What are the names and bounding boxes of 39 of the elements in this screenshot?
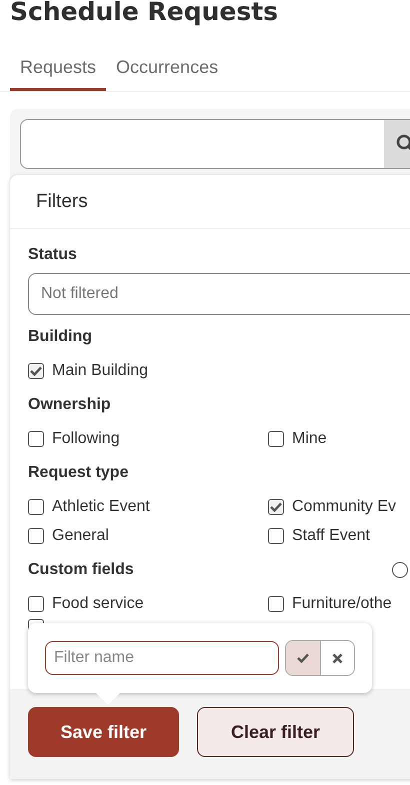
option-label: Following — [52, 430, 120, 448]
option-label: Mine — [292, 430, 327, 448]
field-label: Status — [28, 245, 78, 265]
checkbox[interactable] — [28, 596, 44, 612]
checkbox[interactable] — [268, 431, 284, 447]
checkbox[interactable] — [268, 596, 284, 612]
clear-filter-button[interactable]: Clear filter — [197, 707, 354, 757]
option-label: Athletic Event — [52, 498, 150, 516]
check-icon — [30, 366, 42, 376]
field-label: Request type — [28, 463, 128, 483]
tab[interactable]: Occurrences — [106, 55, 228, 91]
checkbox[interactable] — [28, 363, 44, 379]
checkbox[interactable] — [28, 528, 44, 544]
checkbox[interactable] — [28, 431, 44, 447]
field-label: Custom fields — [28, 560, 134, 580]
option-label: Furniture/othe — [292, 595, 392, 613]
checkbox[interactable] — [268, 528, 284, 544]
tab[interactable]: Requests — [10, 55, 106, 91]
option-label: Community Ev — [292, 498, 396, 516]
field-label: Ownership — [28, 395, 111, 415]
option-label: Main Building — [52, 362, 148, 380]
confirm-button[interactable] — [286, 641, 320, 675]
card-title: Filters — [36, 190, 88, 212]
close-button[interactable] — [320, 641, 354, 675]
radio-button[interactable] — [392, 562, 408, 578]
checkbox[interactable] — [268, 499, 284, 515]
status-select[interactable]: Not filtered — [28, 273, 410, 315]
option-label: General — [52, 527, 109, 545]
option-label: Food service — [52, 595, 144, 613]
close-icon — [332, 652, 343, 664]
check-icon — [297, 653, 309, 663]
option-label: Staff Event — [292, 527, 370, 545]
search-field[interactable] — [20, 119, 410, 169]
checkbox[interactable] — [28, 499, 44, 515]
check-icon — [270, 502, 282, 512]
page-title: Schedule Requests — [9, 0, 280, 25]
save-filter-button[interactable]: Save filter — [28, 707, 179, 757]
field-label: Building — [28, 327, 92, 347]
filter-name-field[interactable]: Filter name — [45, 641, 279, 675]
